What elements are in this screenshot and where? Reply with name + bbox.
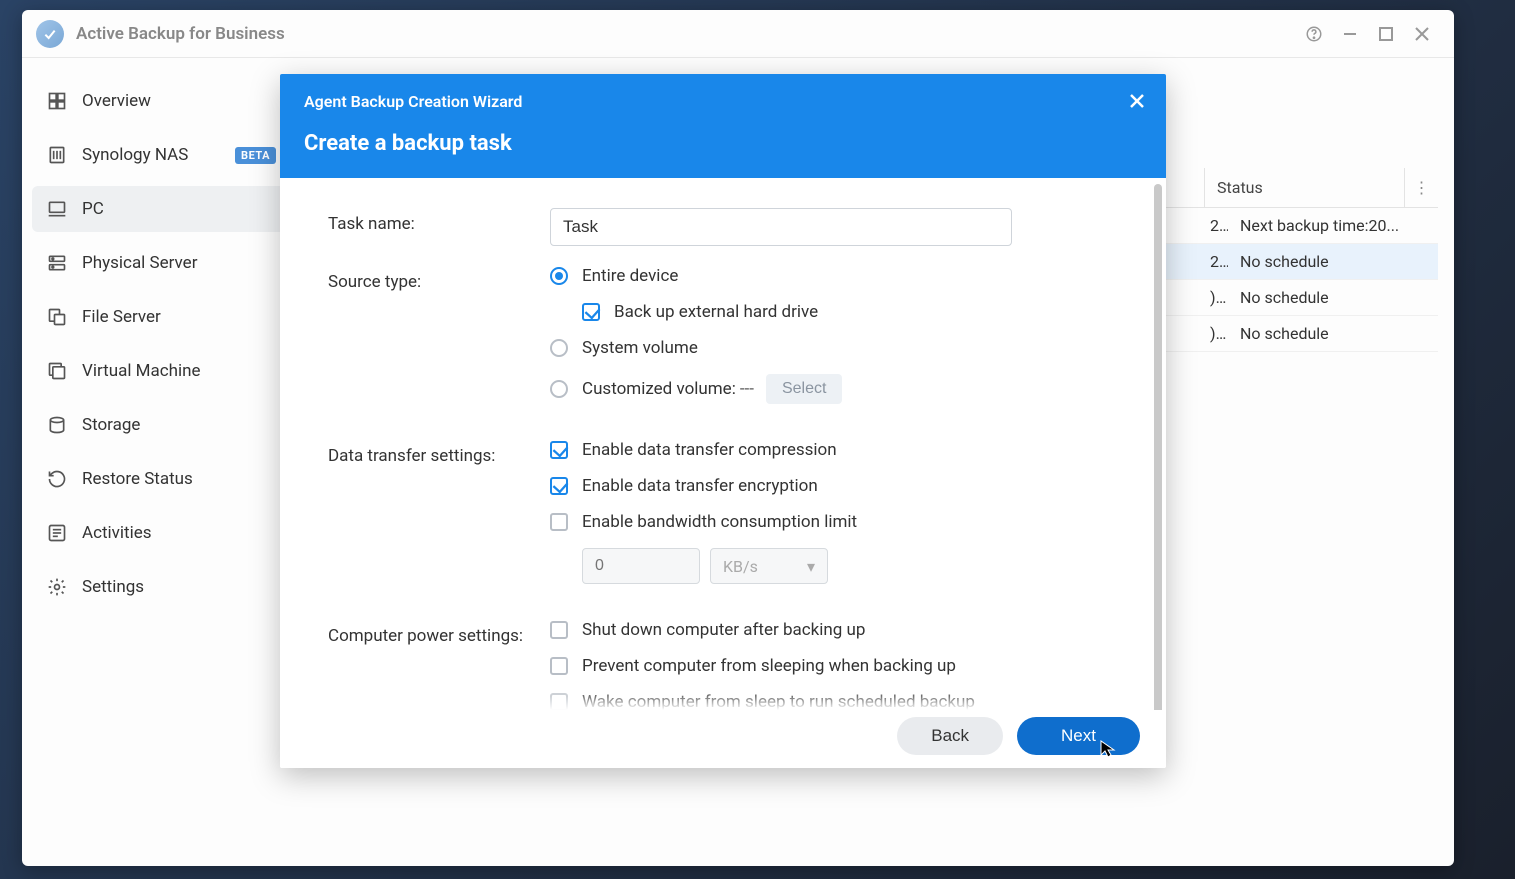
- dialog-body: Task name: Source type: Entire device Ba…: [280, 178, 1166, 710]
- sidebar-item-label: Settings: [82, 577, 144, 597]
- dialog-header: Agent Backup Creation Wizard Create a ba…: [280, 74, 1166, 178]
- vm-icon: [46, 360, 68, 382]
- minimize-icon[interactable]: [1332, 16, 1368, 52]
- sidebar-item-activities[interactable]: Activities: [32, 510, 290, 556]
- checkbox-prevent-sleep[interactable]: [550, 657, 568, 675]
- beta-badge: BETA: [235, 147, 276, 164]
- sidebar-item-label: PC: [82, 199, 104, 219]
- wizard-heading: Create a backup task: [304, 131, 1142, 156]
- activities-icon: [46, 522, 68, 544]
- scrollbar-thumb[interactable]: [1154, 184, 1162, 710]
- titlebar: Active Backup for Business: [22, 10, 1454, 58]
- backup-wizard-dialog: Agent Backup Creation Wizard Create a ba…: [280, 74, 1166, 768]
- column-menu-icon[interactable]: ⋮: [1404, 168, 1438, 207]
- app-icon: [36, 20, 64, 48]
- task-name-input[interactable]: [550, 208, 1012, 246]
- checkbox-label: Enable data transfer encryption: [582, 476, 818, 496]
- checkbox-bandwidth-limit[interactable]: [550, 513, 568, 531]
- checkbox-label: Shut down computer after backing up: [582, 620, 865, 640]
- sidebar-item-virtual-machine[interactable]: Virtual Machine: [32, 348, 290, 394]
- chevron-down-icon: ▾: [807, 557, 815, 576]
- label-data-transfer: Data transfer settings:: [328, 440, 550, 600]
- radio-entire-device[interactable]: [550, 267, 568, 285]
- wizard-title: Agent Backup Creation Wizard: [304, 92, 1142, 111]
- bandwidth-unit-select: KB/s ▾: [710, 548, 828, 584]
- close-icon[interactable]: [1122, 86, 1152, 116]
- sidebar-item-label: Overview: [82, 91, 151, 111]
- dashboard-icon: [46, 90, 68, 112]
- server-icon: [46, 252, 68, 274]
- dialog-footer: Back Next: [280, 710, 1166, 768]
- bandwidth-value-input: [582, 548, 700, 584]
- checkbox-encryption[interactable]: [550, 477, 568, 495]
- sidebar-item-physical-server[interactable]: Physical Server: [32, 240, 290, 286]
- restore-icon: [46, 468, 68, 490]
- radio-system-volume[interactable]: [550, 339, 568, 357]
- checkbox-compression[interactable]: [550, 441, 568, 459]
- close-icon[interactable]: [1404, 16, 1440, 52]
- gear-icon: [46, 576, 68, 598]
- label-source-type: Source type:: [328, 266, 550, 420]
- checkbox-label: Enable bandwidth consumption limit: [582, 512, 857, 532]
- back-button[interactable]: Back: [897, 717, 1003, 755]
- checkbox-shutdown[interactable]: [550, 621, 568, 639]
- radio-customized-volume[interactable]: [550, 380, 568, 398]
- sidebar-item-synology-nas[interactable]: Synology NAS BETA: [32, 132, 290, 178]
- checkbox-label: Back up external hard drive: [614, 302, 818, 322]
- select-volume-button[interactable]: Select: [766, 374, 842, 404]
- sidebar-item-file-server[interactable]: File Server: [32, 294, 290, 340]
- scrollbar[interactable]: [1154, 184, 1162, 710]
- help-icon[interactable]: [1296, 16, 1332, 52]
- sidebar-item-overview[interactable]: Overview: [32, 78, 290, 124]
- next-button[interactable]: Next: [1017, 717, 1140, 755]
- app-title: Active Backup for Business: [76, 24, 285, 44]
- sidebar-item-pc[interactable]: PC: [32, 186, 290, 232]
- storage-icon: [46, 414, 68, 436]
- maximize-icon[interactable]: [1368, 16, 1404, 52]
- custom-volume-value: ---: [740, 379, 754, 399]
- file-server-icon: [46, 306, 68, 328]
- checkbox-external-drive[interactable]: [582, 303, 600, 321]
- sidebar-item-storage[interactable]: Storage: [32, 402, 290, 448]
- sidebar-item-settings[interactable]: Settings: [32, 564, 290, 610]
- column-status[interactable]: Status: [1204, 168, 1404, 207]
- sidebar-item-label: Restore Status: [82, 469, 193, 489]
- sidebar-item-label: Storage: [82, 415, 140, 435]
- pc-icon: [46, 198, 68, 220]
- sidebar-item-label: Virtual Machine: [82, 361, 201, 381]
- radio-label: Entire device: [582, 266, 678, 286]
- nas-icon: [46, 144, 68, 166]
- sidebar-item-label: File Server: [82, 307, 161, 327]
- radio-label: Customized volume:: [582, 379, 736, 399]
- checkbox-label: Prevent computer from sleeping when back…: [582, 656, 956, 676]
- sidebar-item-restore-status[interactable]: Restore Status: [32, 456, 290, 502]
- sidebar-item-label: Activities: [82, 523, 152, 543]
- checkbox-label: Enable data transfer compression: [582, 440, 837, 460]
- sidebar-item-label: Synology NAS: [82, 145, 188, 165]
- label-task-name: Task name:: [328, 208, 550, 246]
- sidebar: Overview Synology NAS BETA PC Physical S…: [22, 58, 300, 866]
- radio-label: System volume: [582, 338, 698, 358]
- sidebar-item-label: Physical Server: [82, 253, 197, 273]
